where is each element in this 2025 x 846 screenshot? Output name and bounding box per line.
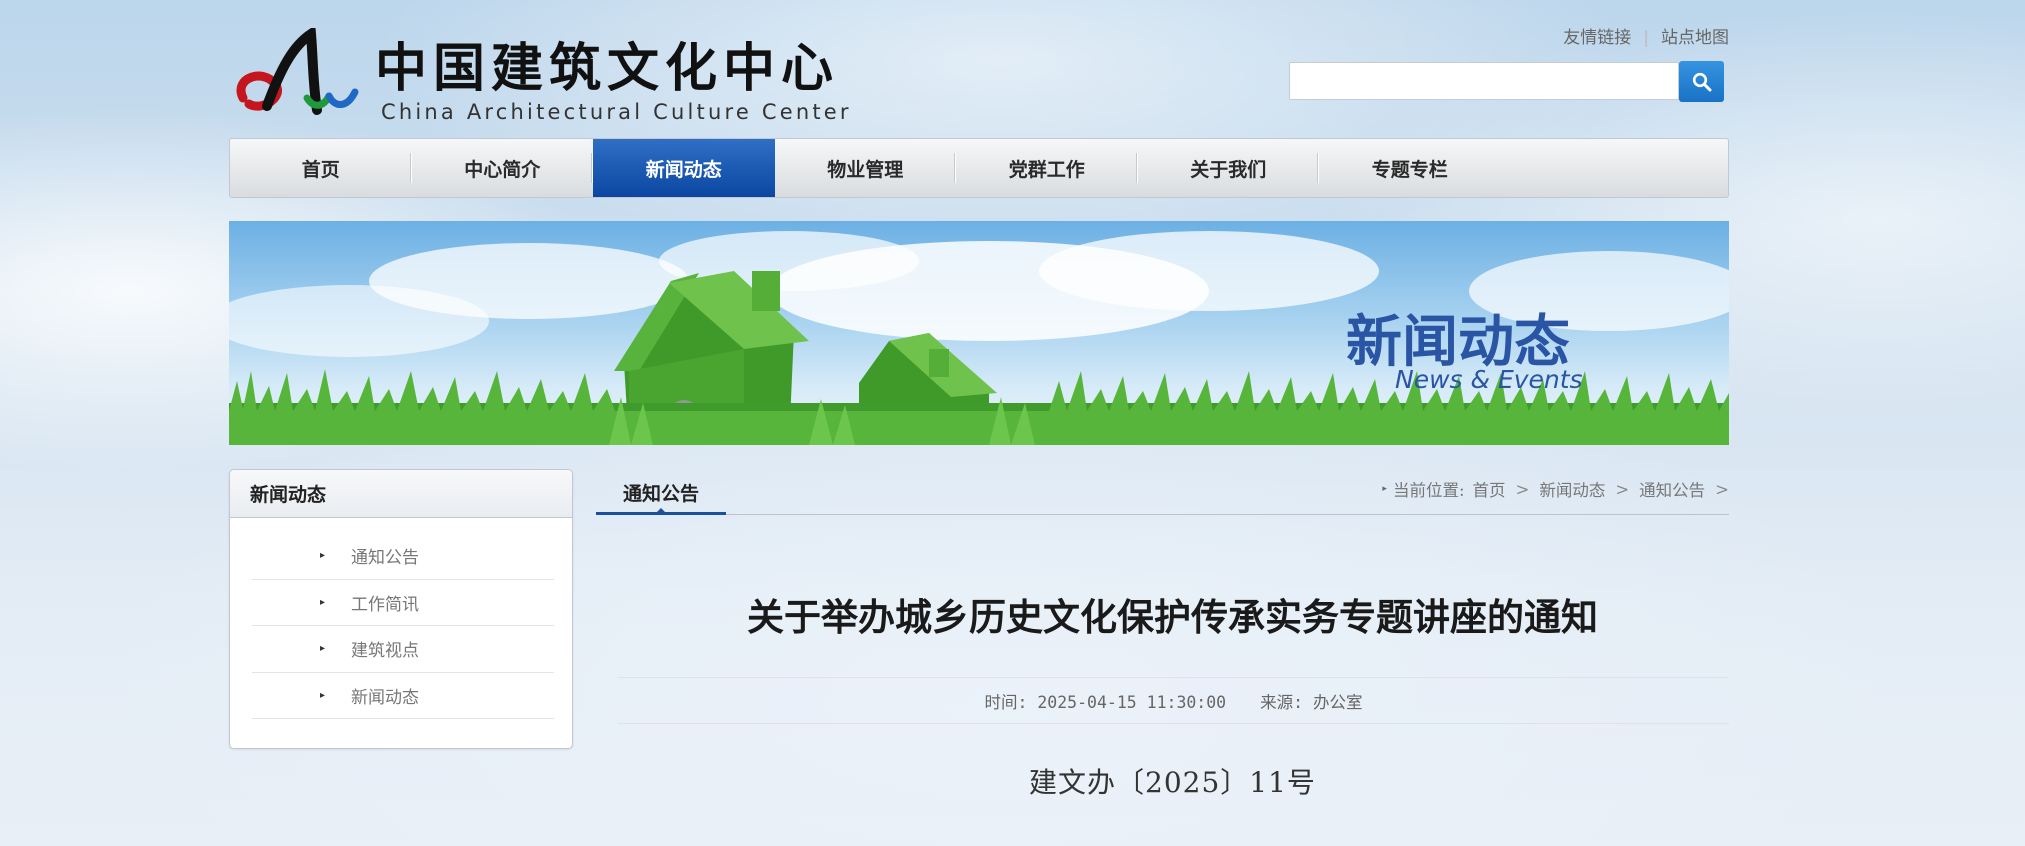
breadcrumb-home[interactable]: 首页	[1473, 477, 1506, 501]
sidebar-item-news[interactable]: ▸ 新闻动态	[252, 673, 554, 719]
nav-item-property[interactable]: 物业管理	[775, 139, 957, 197]
site-logo[interactable]: 中国建筑文化中心 China Architectural Culture Cen…	[229, 24, 849, 130]
nav-item-home[interactable]: 首页	[230, 139, 412, 197]
top-links: 友情链接 | 站点地图	[1563, 23, 1729, 48]
logo-english-name: China Architectural Culture Center	[381, 100, 852, 124]
chevron-right-icon: >	[1715, 479, 1729, 499]
friend-links-link[interactable]: 友情链接	[1563, 28, 1631, 48]
search-button[interactable]	[1679, 61, 1724, 102]
sidebar-menu: ▸ 通知公告 ▸ 工作简讯 ▸ 建筑视点 ▸ 新闻动态	[230, 518, 572, 719]
link-separator: |	[1643, 28, 1649, 48]
article-source: 来源: 办公室	[1260, 692, 1363, 712]
tab-caret-icon	[655, 508, 667, 514]
sidebar-item-architecture-views[interactable]: ▸ 建筑视点	[252, 626, 554, 673]
nav-item-party-work[interactable]: 党群工作	[956, 139, 1138, 197]
page: 中国建筑文化中心 China Architectural Culture Cen…	[229, 0, 1729, 846]
sidebar-item-notices[interactable]: ▸ 通知公告	[252, 533, 554, 580]
breadcrumb-notices[interactable]: 通知公告	[1639, 477, 1705, 501]
sidebar-item-label: 新闻动态	[351, 687, 419, 708]
nav-item-news[interactable]: 新闻动态	[593, 139, 775, 197]
logo-mark-icon	[236, 28, 359, 115]
site-map-link[interactable]: 站点地图	[1661, 28, 1729, 48]
breadcrumb-news[interactable]: 新闻动态	[1539, 477, 1605, 501]
nav-item-about-center[interactable]: 中心简介	[412, 139, 594, 197]
arrow-right-icon: ▸	[320, 596, 326, 608]
search-icon	[1692, 72, 1711, 91]
arrow-right-icon: ▸	[320, 689, 326, 701]
arrow-right-icon: ▸	[320, 550, 326, 562]
content-tabbar: 通知公告 ▸ 当前位置: 首页 > 新闻动态 > 通知公告 >	[596, 469, 1729, 515]
search-input[interactable]	[1289, 62, 1679, 100]
main-content: 通知公告 ▸ 当前位置: 首页 > 新闻动态 > 通知公告 > 关于举办城乡历史…	[596, 469, 1729, 846]
breadcrumb-marker-icon: ▸	[1382, 484, 1387, 494]
chevron-right-icon: >	[1615, 479, 1630, 499]
search-box	[1289, 61, 1729, 102]
logo-chinese-name: 中国建筑文化中心	[375, 38, 840, 99]
sidebar-title: 新闻动态	[230, 470, 572, 518]
nav-item-special-topics[interactable]: 专题专栏	[1319, 139, 1501, 197]
breadcrumb-label: 当前位置:	[1392, 481, 1465, 500]
sidebar: 新闻动态 ▸ 通知公告 ▸ 工作简讯 ▸ 建筑视点 ▸ 新闻动态	[229, 469, 573, 749]
article-title: 关于举办城乡历史文化保护传承实务专题讲座的通知	[747, 596, 1598, 639]
document-number: 建文办〔2025〕11号	[1029, 766, 1316, 799]
news-banner: 新闻动态 News & Events	[229, 221, 1729, 445]
article-time: 时间: 2025-04-15 11:30:00	[984, 692, 1227, 712]
chevron-right-icon: >	[1515, 479, 1530, 499]
arrow-right-icon: ▸	[320, 643, 326, 655]
sidebar-item-work-briefs[interactable]: ▸ 工作简讯	[252, 580, 554, 626]
nav-item-about-us[interactable]: 关于我们	[1138, 139, 1320, 197]
article-meta: 时间: 2025-04-15 11:30:00 来源: 办公室	[618, 677, 1729, 724]
sidebar-item-label: 工作简讯	[351, 594, 419, 615]
banner-subtitle: News & Events	[1395, 365, 1583, 394]
main-nav: 首页 中心简介 新闻动态 物业管理 党群工作 关于我们 专题专栏	[229, 138, 1729, 198]
breadcrumb: ▸ 当前位置: 首页 > 新闻动态 > 通知公告 >	[1382, 477, 1729, 501]
sidebar-item-label: 建筑视点	[351, 641, 419, 662]
sidebar-item-label: 通知公告	[351, 548, 419, 569]
